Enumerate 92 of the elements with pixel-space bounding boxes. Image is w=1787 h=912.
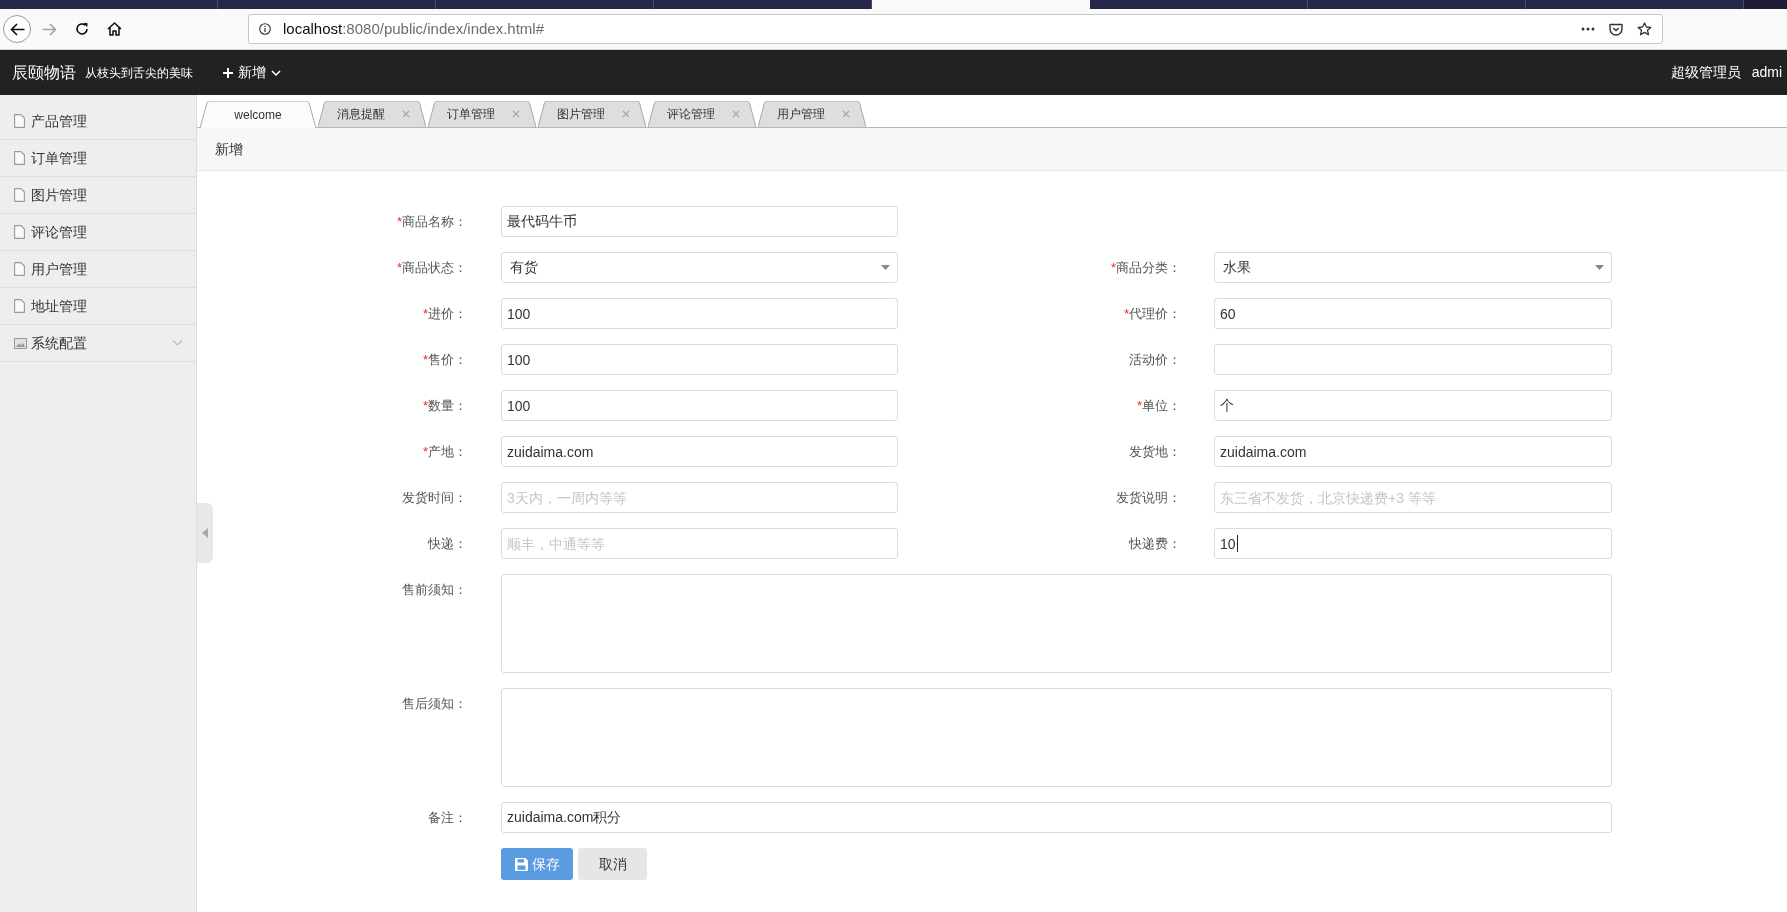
panel-title: 新增	[215, 139, 243, 159]
input-field[interactable]: zuidaima.com	[1214, 436, 1612, 467]
field-label: *单位：	[1136, 396, 1181, 415]
sidebar-item[interactable]: 系统配置	[0, 325, 196, 362]
sidebar-item[interactable]: 订单管理	[0, 140, 196, 177]
home-icon[interactable]	[107, 22, 122, 36]
browser-tab[interactable]	[872, 0, 1090, 9]
dropdown-caret-icon	[881, 265, 890, 270]
field-label: 快递费：	[1129, 534, 1181, 553]
sidebar-item[interactable]: 评论管理	[0, 214, 196, 251]
field-label: *代理价：	[1123, 304, 1181, 323]
info-icon[interactable]	[259, 23, 271, 35]
browser-tab[interactable]	[1526, 0, 1744, 9]
browser-tab[interactable]	[218, 0, 436, 9]
file-icon	[14, 114, 25, 128]
tab[interactable]: 图片管理	[538, 101, 646, 127]
file-icon	[14, 151, 25, 165]
close-icon[interactable]	[402, 110, 410, 118]
close-icon[interactable]	[842, 110, 850, 118]
input-field[interactable]: 60	[1214, 298, 1612, 329]
brand-name: 辰颐物语	[12, 62, 76, 83]
sidebar-item[interactable]: 产品管理	[0, 103, 196, 140]
input-field[interactable]: zuidaima.com积分	[501, 802, 1612, 833]
tab[interactable]: 用户管理	[758, 101, 866, 127]
tab[interactable]: 评论管理	[648, 101, 756, 127]
sidebar-collapse-handle[interactable]	[197, 503, 213, 563]
forward-arrow-icon[interactable]	[42, 22, 57, 36]
field-label: *商品分类：	[1110, 258, 1181, 277]
close-icon[interactable]	[512, 110, 520, 118]
field-label: 发货时间：	[402, 488, 467, 507]
input-field[interactable]	[1214, 344, 1612, 375]
file-icon	[14, 188, 25, 202]
input-field[interactable]: 个	[1214, 390, 1612, 421]
browser-tab[interactable]	[436, 0, 654, 9]
plus-icon	[223, 67, 233, 78]
textarea-field[interactable]	[501, 688, 1612, 787]
browser-tab[interactable]	[1090, 0, 1308, 9]
file-icon	[14, 225, 25, 239]
input-field[interactable]: zuidaima.com	[501, 436, 898, 467]
sidebar-item[interactable]: 地址管理	[0, 288, 196, 325]
close-icon[interactable]	[732, 110, 740, 118]
field-label: 发货地：	[1129, 442, 1181, 461]
field-label: 备注：	[428, 808, 467, 827]
back-button[interactable]	[3, 15, 31, 43]
back-arrow-icon	[9, 22, 25, 36]
tab[interactable]: 订单管理	[428, 101, 536, 127]
input-field[interactable]: 100	[501, 344, 898, 375]
brand-slogan: 从枝头到舌尖的美味	[85, 64, 193, 82]
input-field[interactable]: 10	[1214, 528, 1612, 559]
input-field[interactable]: 100	[501, 390, 898, 421]
reload-icon[interactable]	[75, 22, 89, 36]
field-label: *产地：	[422, 442, 467, 461]
image-icon	[14, 337, 27, 349]
dropdown-caret-icon	[1595, 265, 1604, 270]
textarea-field[interactable]	[501, 574, 1612, 673]
select-field[interactable]: 水果	[1214, 252, 1612, 283]
user-name[interactable]: admi	[1751, 62, 1782, 83]
field-label: *数量：	[422, 396, 467, 415]
file-icon	[14, 262, 25, 276]
tab[interactable]: welcome	[200, 101, 316, 128]
browser-tab[interactable]	[1308, 0, 1526, 9]
browser-tab[interactable]	[0, 0, 218, 9]
cancel-button[interactable]: 取消	[578, 848, 647, 880]
star-icon[interactable]	[1637, 22, 1652, 36]
caret-left-icon	[202, 528, 208, 538]
url-field[interactable]: localhost:8080/public/index/index.html#	[248, 14, 1663, 44]
input-field[interactable]: 最代码牛币	[501, 206, 898, 237]
save-icon	[514, 857, 528, 871]
field-label: 售前须知：	[402, 580, 467, 599]
input-field[interactable]: 100	[501, 298, 898, 329]
browser-tab[interactable]	[654, 0, 872, 9]
field-label: *商品名称：	[396, 212, 467, 231]
add-menu[interactable]: 新增	[223, 62, 281, 83]
field-label: *售价：	[422, 350, 467, 369]
user-role: 超级管理员	[1670, 63, 1741, 82]
field-label: 发货说明：	[1116, 488, 1181, 507]
tab[interactable]: 消息提醒	[318, 101, 426, 127]
input-field[interactable]: 3天内，一周内等等	[501, 482, 898, 513]
field-label: *进价：	[422, 304, 467, 323]
more-icon[interactable]	[1581, 27, 1595, 31]
field-label: 快递：	[428, 534, 467, 553]
chevron-down-icon	[271, 69, 281, 76]
field-label: 售后须知：	[402, 694, 467, 713]
sidebar-item[interactable]: 图片管理	[0, 177, 196, 214]
field-label: 活动价：	[1129, 350, 1181, 369]
file-icon	[14, 299, 25, 313]
field-label: *商品状态：	[396, 258, 467, 277]
chevron-shield-icon[interactable]	[1609, 22, 1623, 36]
url-text: localhost:8080/public/index/index.html#	[283, 18, 544, 39]
select-field[interactable]: 有货	[501, 252, 898, 283]
close-icon[interactable]	[622, 110, 630, 118]
sidebar-item[interactable]: 用户管理	[0, 251, 196, 288]
